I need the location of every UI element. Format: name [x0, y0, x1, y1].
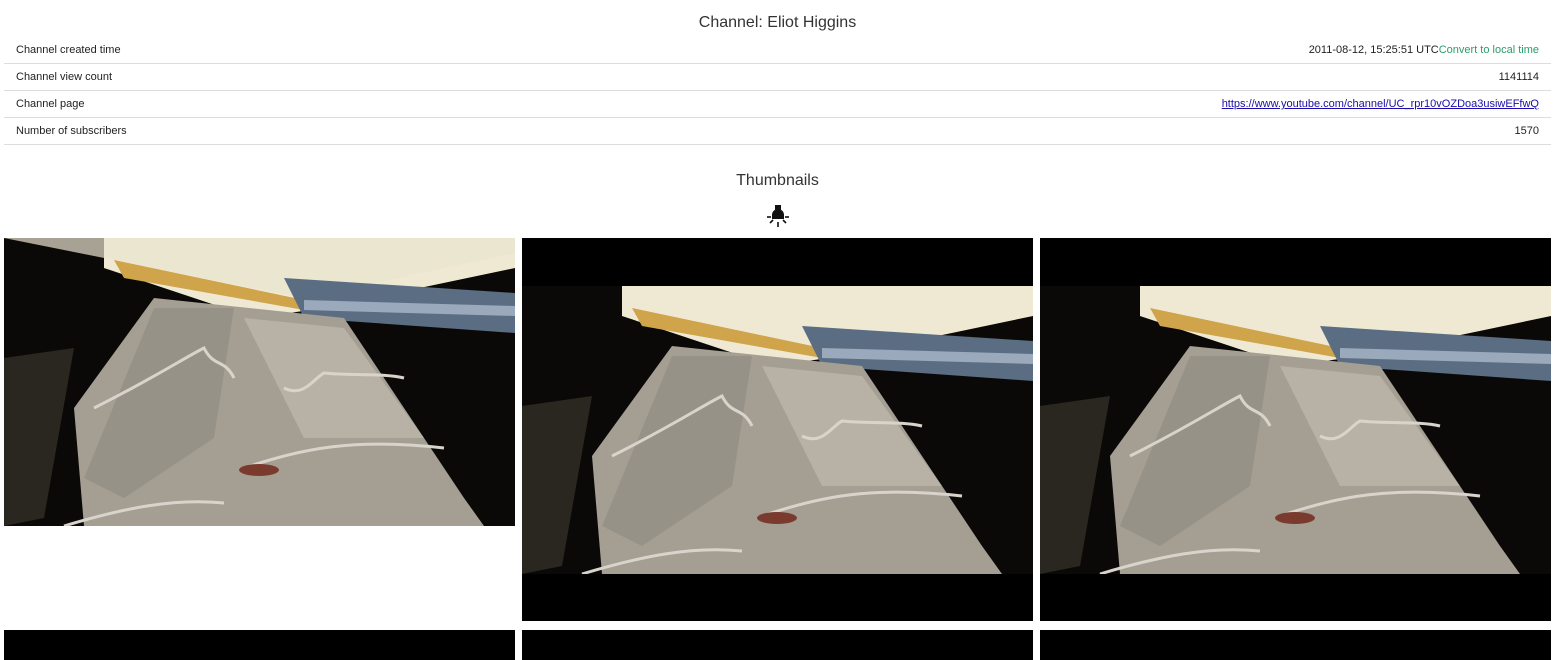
thumbnails-heading: Thumbnails	[736, 172, 819, 189]
thumbnail-image	[522, 286, 1033, 574]
convert-to-local-time-link[interactable]: Convert to local time	[1439, 44, 1539, 56]
table-row: Channel created time 2011-08-12, 15:25:5…	[4, 37, 1551, 64]
table-row: Number of subscribers 1570	[4, 118, 1551, 145]
channel-page-link[interactable]: https://www.youtube.com/channel/UC_rpr10…	[1222, 98, 1539, 110]
page-title: Channel: Eliot Higgins	[698, 14, 857, 31]
thumbnail-2[interactable]	[522, 238, 1033, 621]
row-value: https://www.youtube.com/channel/UC_rpr10…	[442, 91, 1551, 118]
view-count-value: 1141114	[1498, 71, 1539, 83]
table-row: Channel page https://www.youtube.com/cha…	[4, 91, 1551, 118]
row-label: Channel created time	[16, 44, 121, 56]
thumbnail-3[interactable]	[1040, 238, 1551, 621]
row-label: Number of subscribers	[16, 125, 127, 137]
row-value: 2011-08-12, 15:25:51 UTCConvert to local…	[442, 37, 1551, 64]
lightbulb-icon[interactable]	[764, 203, 792, 231]
table-row: Channel view count 1141114	[4, 64, 1551, 91]
thumbnail-1[interactable]	[4, 238, 515, 526]
thumbnail-5[interactable]	[522, 630, 1033, 660]
thumbnail-image	[1040, 286, 1551, 574]
thumbnail-4[interactable]	[4, 630, 515, 660]
created-time-value: 2011-08-12, 15:25:51 UTC	[1308, 44, 1439, 56]
row-label: Channel page	[16, 98, 85, 110]
thumbnail-6[interactable]	[1040, 630, 1551, 660]
row-label: Channel view count	[16, 71, 113, 83]
thumbnail-image	[4, 238, 515, 526]
channel-info-table: Channel created time 2011-08-12, 15:25:5…	[4, 37, 1551, 145]
subscriber-count-value: 1570	[1514, 125, 1539, 137]
